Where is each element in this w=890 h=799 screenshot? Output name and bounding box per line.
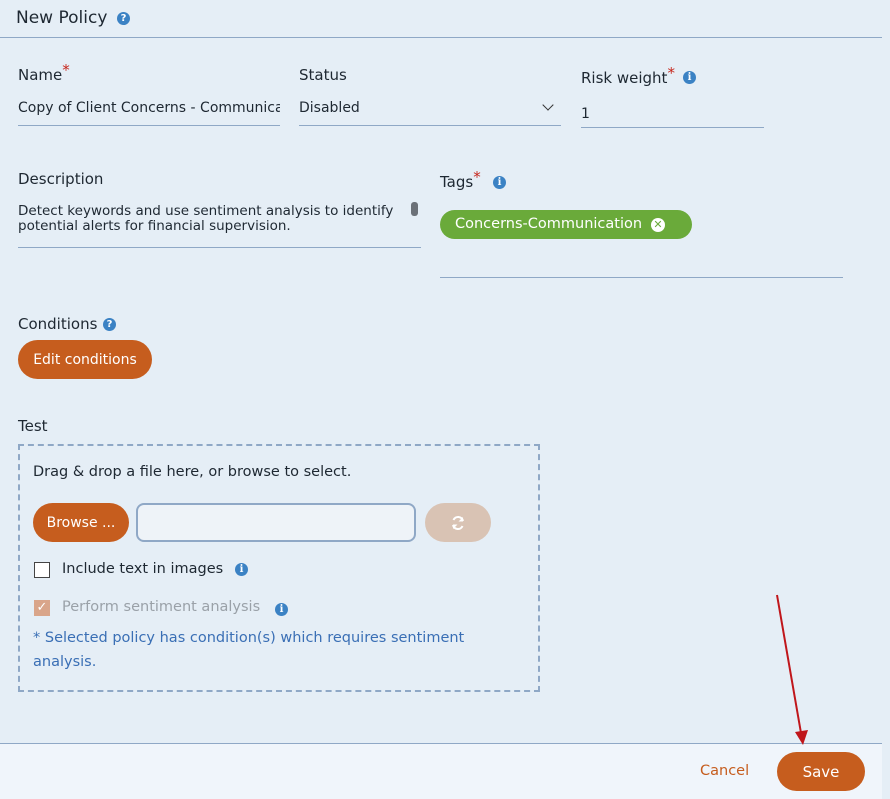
conditions-label: Conditions [18,315,98,333]
info-icon[interactable]: i [493,176,506,189]
page-title: New Policy [16,8,108,28]
tags-underline [440,277,843,278]
file-name-field[interactable] [136,503,416,542]
status-select[interactable]: Disabled [299,100,529,116]
refresh-icon [452,515,464,530]
info-icon[interactable]: i [275,603,288,616]
scrollbar-thumb[interactable] [411,202,418,216]
dialog-header: New Policy ? [0,0,882,38]
sentiment-checkbox: ✓ [34,600,50,616]
cancel-button[interactable]: Cancel [700,763,749,779]
drop-hint: Drag & drop a file here, or browse to se… [33,464,352,480]
help-icon[interactable]: ? [103,318,116,331]
name-field[interactable]: Copy of Client Concerns - Communications [18,100,280,116]
description-label: Description [18,170,104,188]
include-text-label: Include text in images [62,561,224,577]
name-label: Name* [18,61,70,84]
refresh-button[interactable] [425,503,491,542]
sentiment-label: Perform sentiment analysis [62,599,261,615]
chevron-down-icon[interactable] [542,99,554,111]
status-underline [299,125,561,126]
required-mark: * [62,61,70,79]
check-icon: ✓ [36,600,48,615]
edit-conditions-button[interactable]: Edit conditions [18,340,152,379]
remove-tag-icon[interactable]: ✕ [651,218,665,232]
info-icon[interactable]: i [235,563,248,576]
info-icon[interactable]: i [683,71,696,84]
required-mark: * [667,64,675,82]
tags-label: Tags* [440,168,481,191]
sentiment-note: * Selected policy has condition(s) which… [33,630,465,670]
status-label: Status [299,66,347,84]
name-underline [18,125,280,126]
risk-weight-input[interactable]: 1 [581,106,761,122]
include-text-checkbox[interactable] [34,562,50,578]
risk-weight-underline [581,127,764,128]
test-label: Test [18,417,48,435]
dialog-footer [0,743,882,799]
tag-chip: Concerns-Communication ✕ [440,210,692,239]
required-mark: * [473,168,481,186]
risk-weight-label: Risk weight* [581,64,675,87]
help-icon[interactable]: ? [117,12,130,25]
save-button[interactable]: Save [777,752,865,791]
tag-chip-label: Concerns-Communication [455,216,643,232]
browse-button[interactable]: Browse ... [33,503,129,542]
description-underline [18,247,421,248]
description-textarea[interactable]: Detect keywords and use sentiment analys… [18,204,413,234]
